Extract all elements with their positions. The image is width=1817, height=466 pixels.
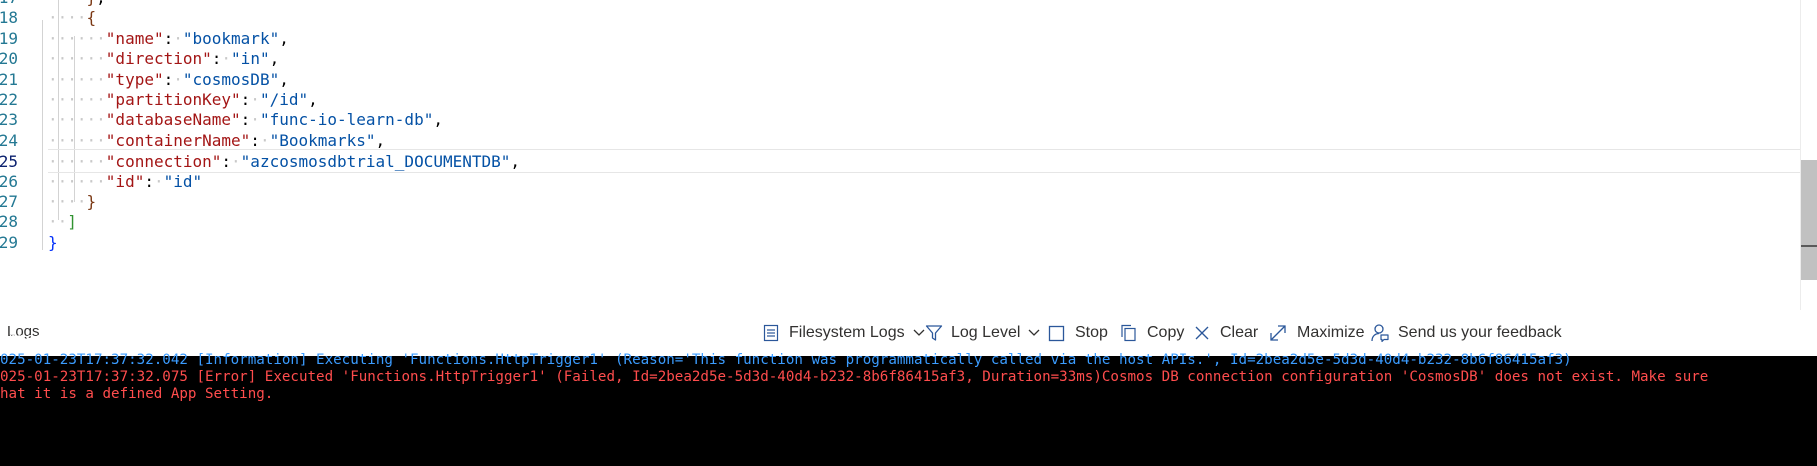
whitespace-marker: ······ xyxy=(48,171,106,191)
whitespace-marker: ······ xyxy=(48,90,106,109)
whitespace-marker: ······ xyxy=(48,152,106,172)
json-punctuation: , xyxy=(433,110,443,130)
json-key: "id" xyxy=(105,171,145,191)
whitespace-marker: · xyxy=(153,171,164,191)
json-string: "azcosmosdbtrial_DOCUMENTDB" xyxy=(240,152,511,172)
line-number: 29 xyxy=(0,232,18,252)
whitespace-marker: ······ xyxy=(48,28,106,48)
json-punctuation: , xyxy=(269,49,280,69)
json-punctuation: , xyxy=(279,69,289,89)
line-number: 24 xyxy=(0,130,18,150)
whitespace-marker: ······ xyxy=(48,69,106,89)
json-punctuation: : xyxy=(144,171,154,191)
whitespace-marker: · xyxy=(173,28,183,48)
whitespace-marker: · xyxy=(231,152,241,172)
whitespace-marker: · xyxy=(259,130,270,150)
json-punctuation: , xyxy=(375,130,386,150)
code-line[interactable]: 29} xyxy=(0,231,1800,255)
json-string: "in" xyxy=(231,49,270,69)
whitespace-marker: ······ xyxy=(48,130,106,150)
json-key: "connection" xyxy=(105,152,222,172)
whitespace-marker: ·· xyxy=(48,212,68,232)
json-key: "type" xyxy=(105,69,164,89)
json-punctuation: , xyxy=(510,152,521,172)
json-string: "func-io-learn-db" xyxy=(259,110,434,130)
json-punctuation: : xyxy=(240,110,251,130)
json-string: "cosmosDB" xyxy=(182,69,280,89)
code-editor[interactable]: 17····},18····{19······"name":·"bookmark… xyxy=(0,0,1817,310)
whitespace-marker: ······ xyxy=(48,49,106,69)
editor-scrollbar-thumb[interactable] xyxy=(1801,160,1817,280)
json-key: "containerName" xyxy=(105,130,251,150)
json-punctuation: : xyxy=(211,49,222,69)
json-punctuation: } xyxy=(86,192,97,211)
json-punctuation: } xyxy=(48,232,58,252)
json-key: "databaseName" xyxy=(105,110,241,130)
code-text: } xyxy=(48,231,58,255)
json-punctuation: , xyxy=(279,28,289,48)
json-string: "id" xyxy=(163,171,203,191)
json-punctuation: : xyxy=(163,28,174,48)
log-line: onnected! xyxy=(0,331,77,347)
json-key: "partitionKey" xyxy=(105,90,241,109)
whitespace-marker: ···· xyxy=(48,192,87,211)
json-string: "bookmark" xyxy=(182,28,280,48)
json-punctuation: : xyxy=(240,90,251,109)
json-punctuation: ] xyxy=(67,212,77,232)
editor-cursor-marker xyxy=(1801,245,1817,247)
whitespace-marker: · xyxy=(173,69,183,89)
json-key: "direction" xyxy=(105,49,212,69)
json-string: "Bookmarks" xyxy=(269,130,376,150)
json-string: "/id" xyxy=(259,90,309,109)
log-line: hat it is a defined App Setting. xyxy=(0,386,274,402)
whitespace-marker: · xyxy=(250,110,260,130)
whitespace-marker: · xyxy=(221,49,232,69)
json-punctuation: { xyxy=(86,8,97,28)
whitespace-marker: ······ xyxy=(48,110,106,130)
whitespace-marker: ···· xyxy=(48,8,87,28)
json-punctuation: , xyxy=(308,90,318,109)
json-key: "name" xyxy=(105,28,164,48)
log-console[interactable]: onnected! 025-01-23T17:37:32.042 [Inform… xyxy=(0,331,1817,466)
json-punctuation: : xyxy=(250,130,260,150)
whitespace-marker: · xyxy=(250,90,260,109)
json-punctuation: : xyxy=(163,69,174,89)
json-punctuation: : xyxy=(221,152,232,172)
